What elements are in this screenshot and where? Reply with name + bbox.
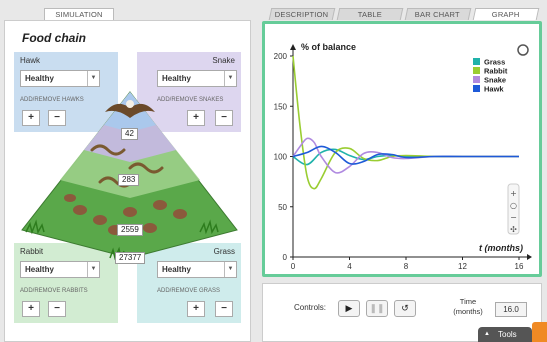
chevron-up-icon: ▲ — [484, 331, 490, 337]
pan-icon[interactable]: ✣ — [510, 225, 517, 234]
grass-count: 27377 — [115, 252, 146, 264]
y-axis-arrow — [290, 44, 296, 50]
x-tick-label: 8 — [404, 262, 409, 271]
x-tick-label: 16 — [515, 262, 524, 271]
snake-count: 283 — [118, 174, 140, 186]
rabbit-count: 2559 — [117, 224, 143, 236]
legend-label-hawk: Hawk — [484, 85, 504, 94]
tab-table[interactable]: TABLE — [336, 8, 404, 20]
legend-label-rabbit: Rabbit — [484, 67, 508, 76]
tools-button[interactable]: ▲ Tools — [478, 327, 532, 342]
zoom-in-icon[interactable]: + — [510, 189, 517, 198]
x-tick-label: 0 — [291, 262, 296, 271]
logo-icon — [532, 322, 547, 342]
x-axis-label: t (months) — [479, 243, 523, 253]
zoom-reset-icon[interactable]: ○ — [510, 201, 517, 210]
y-tick-label: 200 — [274, 52, 288, 61]
x-tick-label: 4 — [347, 262, 352, 271]
x-tick-label: 12 — [458, 262, 467, 271]
reset-button[interactable]: ↺ — [394, 300, 416, 317]
hawk-count: 42 — [121, 128, 138, 140]
legend-swatch-hawk — [473, 85, 480, 92]
zoom-out-icon[interactable]: − — [510, 213, 517, 222]
y-tick-label: 0 — [283, 253, 288, 262]
legend-label-grass: Grass — [484, 58, 505, 67]
legend-swatch-rabbit — [473, 67, 480, 74]
legend-label-snake: Snake — [484, 76, 506, 85]
play-button[interactable]: ▶ — [338, 300, 360, 317]
camera-icon[interactable] — [517, 44, 529, 56]
y-axis-label: % of balance — [301, 42, 356, 52]
graph-panel: 0 50 100 150 200 0 4 8 12 16 % of balance t (months… — [262, 21, 542, 277]
time-label: Time (months) — [453, 297, 483, 316]
food-chain-pyramid — [21, 91, 238, 261]
y-tick-label: 100 — [274, 153, 288, 162]
y-tick-label: 150 — [274, 102, 288, 111]
tab-graph[interactable]: GRAPH — [472, 8, 540, 20]
controls-label: Controls: — [294, 303, 327, 312]
tab-description[interactable]: DESCRIPTION — [268, 8, 336, 20]
y-tick-label: 50 — [278, 203, 287, 212]
x-axis-arrow — [527, 254, 532, 260]
pause-button[interactable]: ❚❚ — [366, 300, 388, 317]
tab-bar-chart[interactable]: BAR CHART — [404, 8, 472, 20]
legend-swatch-grass — [473, 58, 480, 65]
time-value: 16.0 — [495, 302, 527, 317]
legend-swatch-snake — [473, 76, 480, 83]
balance-chart: 0 50 100 150 200 0 4 8 12 16 % of balance t (months… — [274, 42, 532, 271]
